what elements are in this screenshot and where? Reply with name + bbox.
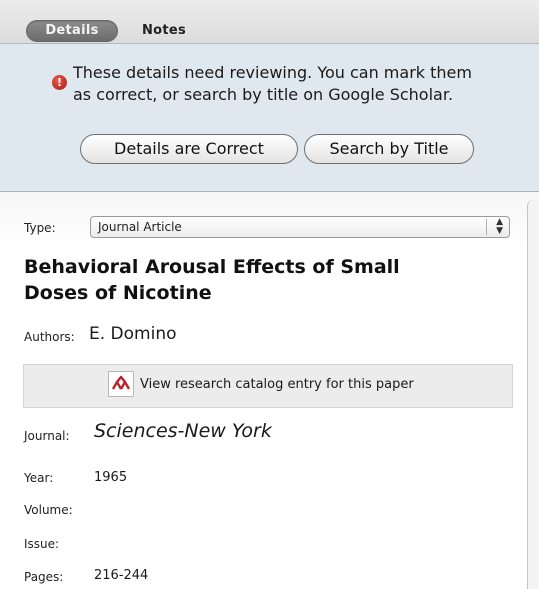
tab-details[interactable]: Details xyxy=(26,20,118,42)
authors-label: Authors: xyxy=(24,330,75,344)
year-value[interactable]: 1965 xyxy=(94,470,127,485)
paper-title[interactable]: Behavioral Arousal Effects of Small Dose… xyxy=(24,254,514,306)
journal-label: Journal: xyxy=(24,429,70,443)
year-label: Year: xyxy=(24,471,54,485)
research-catalog-icon[interactable] xyxy=(108,371,134,397)
tab-notes[interactable]: Notes xyxy=(142,20,186,42)
panel-scroll-edge xyxy=(527,200,539,589)
details-correct-button[interactable]: Details are Correct xyxy=(80,134,298,164)
paper-title-line2: Doses of Nicotine xyxy=(24,282,212,304)
volume-label: Volume: xyxy=(24,503,73,517)
research-catalog-glyph xyxy=(111,375,131,390)
view-catalog-entry-link[interactable]: View research catalog entry for this pap… xyxy=(140,377,414,392)
review-message-line1: These details need reviewing. You can ma… xyxy=(73,63,472,82)
tab-bar: Details Notes xyxy=(0,0,539,44)
type-select-value: Journal Article xyxy=(98,220,182,234)
issue-label: Issue: xyxy=(24,537,60,551)
select-divider xyxy=(486,219,487,235)
pages-label: Pages: xyxy=(24,570,64,584)
journal-value[interactable]: Sciences-New York xyxy=(94,420,272,442)
review-message-line2: as correct, or search by title on Google… xyxy=(73,85,454,104)
type-select[interactable]: Journal Article ▲ ▼ xyxy=(90,216,510,238)
search-by-title-button[interactable]: Search by Title xyxy=(304,134,474,164)
type-label: Type: xyxy=(24,221,56,235)
details-pane: Details Notes ! These details need revie… xyxy=(0,0,539,589)
review-message: These details need reviewing. You can ma… xyxy=(73,62,533,106)
warning-icon: ! xyxy=(52,75,67,90)
authors-value[interactable]: E. Domino xyxy=(89,324,177,344)
pages-value[interactable]: 216-244 xyxy=(94,568,148,583)
paper-title-line1: Behavioral Arousal Effects of Small xyxy=(24,256,400,278)
up-down-arrows-icon: ▲ ▼ xyxy=(496,217,503,236)
